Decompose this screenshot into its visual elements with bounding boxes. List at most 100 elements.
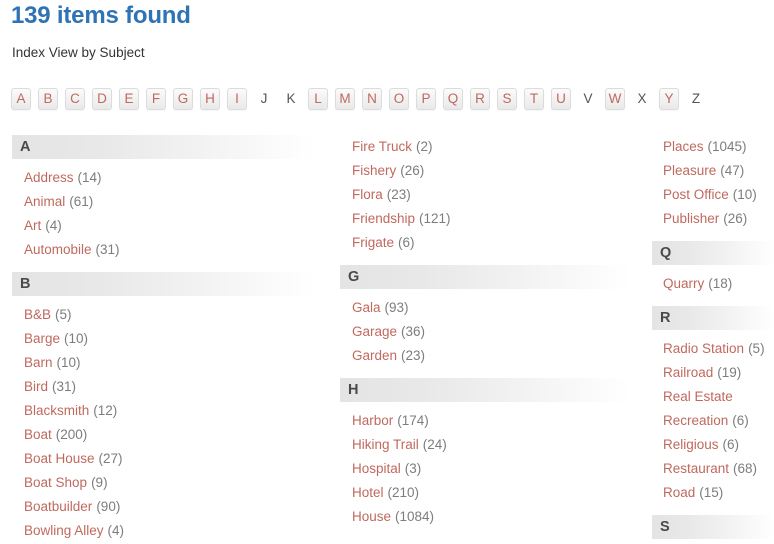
alpha-link-y[interactable]: Y [659, 88, 679, 110]
subject-link[interactable]: Harbor [352, 413, 393, 428]
alpha-link-e[interactable]: E [119, 88, 139, 110]
subject-list: Radio Station (5) Railroad (19) Real Estate R… [652, 337, 774, 505]
subject-link[interactable]: House [352, 509, 391, 524]
subject-link[interactable]: Hospital [352, 461, 401, 476]
subject-link[interactable]: Boat Shop [24, 475, 87, 490]
alphabet-nav: ABCDEFGHIJ KLMNOPQRSTUVWXYZ [11, 85, 713, 113]
alpha-link-t[interactable]: T [524, 88, 544, 110]
subject-link[interactable]: Boat [24, 427, 52, 442]
subject-link[interactable]: Automobile [24, 242, 92, 257]
subject-link[interactable]: Bowling Alley [24, 523, 104, 538]
subject-link[interactable]: Quarry [663, 276, 704, 291]
subject-link[interactable]: Art [24, 218, 41, 233]
subject-link[interactable]: Hiking Trail [352, 437, 419, 452]
subject-link[interactable]: Pleasure [663, 163, 716, 178]
alpha-link-b[interactable]: B [38, 88, 58, 110]
subject-link[interactable]: Real Estate [663, 389, 733, 404]
letter-section-header-b: B [12, 272, 314, 296]
list-item: Garage (36) [340, 320, 630, 344]
subject-link[interactable]: Recreation [663, 413, 728, 428]
list-item: Gala (93) [340, 296, 630, 320]
alpha-link-m[interactable]: M [335, 88, 355, 110]
list-item: Boatbuilder (90) [12, 495, 314, 519]
subject-count: (3) [404, 461, 422, 476]
subject-link[interactable]: B&B [24, 307, 51, 322]
subject-count: (12) [93, 403, 118, 418]
subject-count: (31) [95, 242, 120, 257]
subject-link[interactable]: Barn [24, 355, 53, 370]
subject-link[interactable]: Garage [352, 324, 397, 339]
list-item: Radio Station (5) [652, 337, 774, 361]
alpha-link-z: Z [691, 91, 701, 106]
subject-link[interactable]: Religious [663, 437, 719, 452]
subject-link[interactable]: Address [24, 170, 74, 185]
subject-count: (24) [422, 437, 447, 452]
subject-count: (10) [64, 331, 89, 346]
subject-link[interactable]: Gala [352, 300, 381, 315]
alpha-link-n[interactable]: N [362, 88, 382, 110]
alpha-link-r[interactable]: R [470, 88, 490, 110]
alpha-link-g[interactable]: G [173, 88, 193, 110]
alpha-link-o[interactable]: O [389, 88, 409, 110]
subject-link[interactable]: Road [663, 485, 695, 500]
subject-count: (26) [400, 163, 425, 178]
page-title: 139 items found [11, 2, 191, 29]
subject-list: Address (14) Animal (61) Art (4) Automobile (31… [12, 166, 314, 262]
subject-link[interactable]: Hotel [352, 485, 384, 500]
subject-count: (14) [77, 170, 102, 185]
list-item: Publisher (26) [652, 207, 774, 231]
alpha-link-a[interactable]: A [11, 88, 31, 110]
subject-count: (68) [733, 461, 758, 476]
alpha-link-h[interactable]: H [200, 88, 220, 110]
subject-link[interactable]: Restaurant [663, 461, 729, 476]
alpha-link-i[interactable]: I [227, 88, 247, 110]
subject-link[interactable]: Friendship [352, 211, 415, 226]
list-item: Restaurant (68) [652, 457, 774, 481]
alpha-link-c[interactable]: C [65, 88, 85, 110]
subject-link[interactable]: Publisher [663, 211, 719, 226]
subject-count: (1084) [395, 509, 435, 524]
subject-link[interactable]: Places [663, 139, 704, 154]
subject-link[interactable]: Blacksmith [24, 403, 89, 418]
letter-section-label: G [348, 269, 360, 285]
subject-list: Harbor (174) Hiking Trail (24) Hospital (3) Ho… [340, 409, 630, 529]
letter-section-header-s: S [652, 515, 774, 539]
alpha-link-x: X [637, 91, 647, 106]
subject-link[interactable]: Fishery [352, 163, 396, 178]
list-item: Boat (200) [12, 423, 314, 447]
subject-count: (10) [56, 355, 81, 370]
alpha-link-u[interactable]: U [551, 88, 571, 110]
alpha-link-f[interactable]: F [146, 88, 166, 110]
letter-section-header-h: H [340, 378, 630, 402]
subject-link[interactable]: Animal [24, 194, 65, 209]
list-item: Friendship (121) [340, 207, 630, 231]
subject-link[interactable]: Flora [352, 187, 383, 202]
subject-count: (6) [398, 235, 415, 250]
list-item: Real Estate [652, 385, 774, 409]
subject-count: (121) [419, 211, 451, 226]
list-item: B&B (5) [12, 303, 314, 327]
subject-link[interactable]: Railroad [663, 365, 713, 380]
alpha-link-w[interactable]: W [605, 88, 625, 110]
list-item: Recreation (6) [652, 409, 774, 433]
list-item: Flora (23) [340, 183, 630, 207]
subject-link[interactable]: Fire Truck [352, 139, 412, 154]
subject-count: (31) [52, 379, 77, 394]
subject-link[interactable]: Boatbuilder [24, 499, 92, 514]
subject-link[interactable]: Frigate [352, 235, 394, 250]
subject-link[interactable]: Garden [352, 348, 397, 363]
alpha-link-l[interactable]: L [308, 88, 328, 110]
alpha-link-d[interactable]: D [92, 88, 112, 110]
alpha-link-p[interactable]: P [416, 88, 436, 110]
subject-link[interactable]: Radio Station [663, 341, 744, 356]
list-item: Religious (6) [652, 433, 774, 457]
subject-count: (1045) [707, 139, 747, 154]
alpha-link-q[interactable]: Q [443, 88, 463, 110]
subject-link[interactable]: Post Office [663, 187, 729, 202]
alpha-link-s[interactable]: S [497, 88, 517, 110]
list-item: Address (14) [12, 166, 314, 190]
subject-link[interactable]: Bird [24, 379, 48, 394]
subject-link[interactable]: Boat House [24, 451, 95, 466]
list-item: Barge (10) [12, 327, 314, 351]
subject-link[interactable]: Barge [24, 331, 60, 346]
